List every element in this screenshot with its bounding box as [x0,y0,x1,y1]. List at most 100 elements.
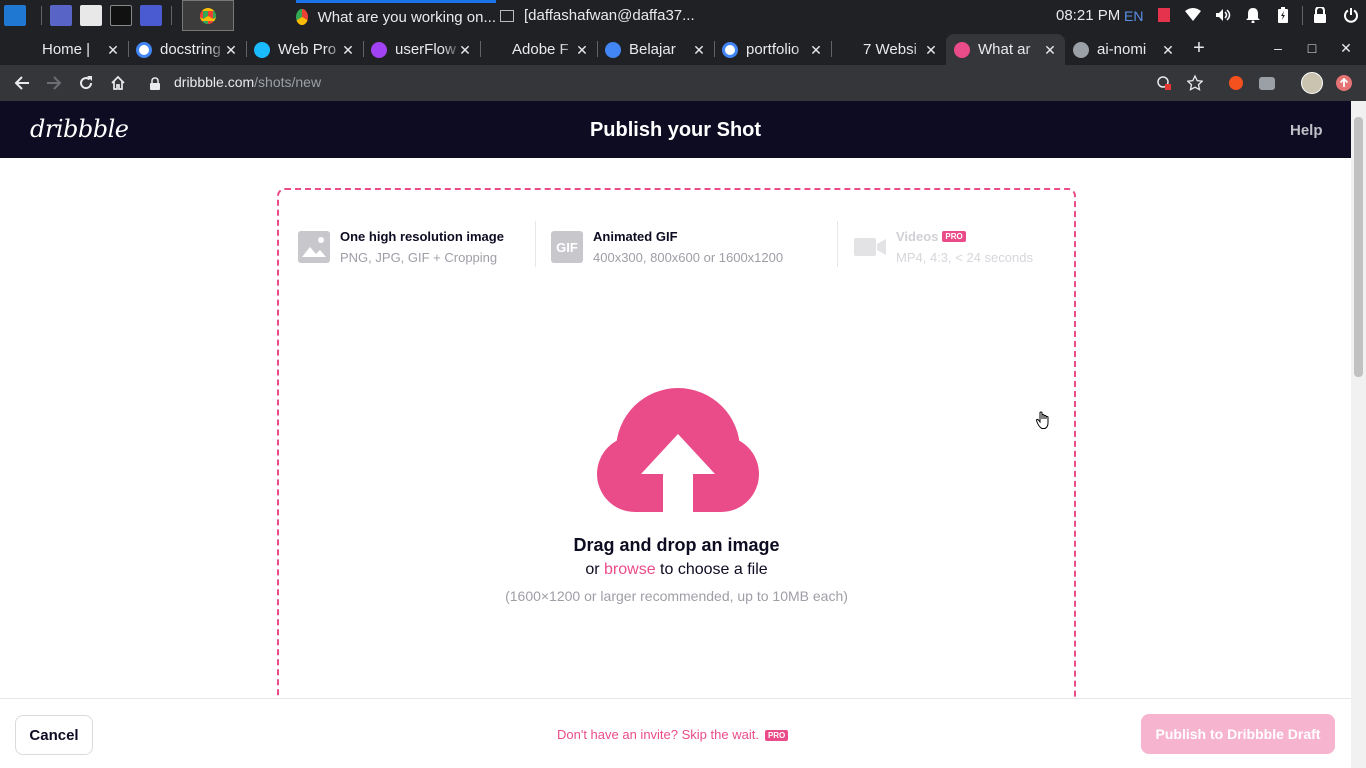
browse-link[interactable]: browse [604,561,656,578]
page-scrollbar[interactable] [1351,101,1366,768]
browser-tab[interactable]: Belajar ✕ [597,34,714,65]
google-icon [136,41,152,58]
notification-bell-icon[interactable] [1245,7,1261,23]
maximize-button[interactable]: □ [1304,40,1320,56]
tracking-blocked-icon[interactable] [1154,73,1174,93]
volume-icon[interactable] [1215,7,1231,23]
url-domain: dribbble.com [174,74,255,90]
tab-title: Belajar [629,41,676,58]
g-icon [18,41,34,58]
hand-cursor-icon [1036,411,1049,429]
page-title: Publish your Shot [589,119,762,141]
tab-close-icon[interactable]: ✕ [458,43,472,57]
cloud-upload-icon[interactable] [597,388,759,512]
back-button[interactable] [12,73,32,93]
browser-tab[interactable]: Web Pro ✕ [246,34,363,65]
tab-close-icon[interactable]: ✕ [1161,43,1175,57]
forward-button[interactable] [44,73,64,93]
desktop-icon[interactable] [50,5,72,26]
browser-tab[interactable]: 7 Websi ✕ [831,34,946,65]
browser-tab[interactable]: Adobe F ✕ [480,34,597,65]
option-subtitle: 400x300, 800x600 or 1600x1200 [593,250,784,265]
chrome-icon [200,7,216,24]
option-title: One high resolution image [340,229,504,244]
reload-button[interactable] [76,73,96,93]
publish-footer: Cancel Don't have an invite? Skip the wa… [0,698,1351,768]
option-divider [837,221,838,267]
globe-icon [1073,41,1089,58]
screen-recorder-icon[interactable] [140,5,162,26]
terminal-icon[interactable] [110,5,132,26]
wifi-icon[interactable] [1185,7,1201,23]
taskbar-separator [1302,6,1303,25]
m-icon [371,41,387,58]
tab-title: portfolio [746,41,800,58]
window-title: What are you working on... [317,8,496,26]
power-icon[interactable] [1343,7,1359,23]
taskbar-chrome-launcher[interactable] [182,0,234,31]
browser-toolbar: dribbble.com/shots/new [0,65,1366,101]
browser-tab[interactable]: Home | ✕ [10,34,128,65]
new-tab-button[interactable]: + [1191,38,1207,58]
belajar-icon [605,41,621,58]
tab-title: userFlow [395,41,456,58]
publish-draft-button[interactable]: Publish to Dribbble Draft [1141,714,1335,754]
google-icon [722,41,738,58]
site-info-lock-icon[interactable] [148,73,162,93]
window-title: [daffashafwan@daffa37... [524,7,695,24]
scrollbar-thumb[interactable] [1354,117,1363,377]
battery-icon[interactable] [1275,7,1291,23]
upload-dropzone[interactable]: One high resolution image PNG, JPG, GIF … [277,188,1076,728]
gif-icon: GIF [551,231,583,263]
option-divider [535,221,536,267]
browser-tab[interactable]: ai-nomi ✕ [1065,34,1183,65]
update-chrome-icon[interactable] [1334,73,1354,93]
invite-link[interactable]: Don't have an invite? Skip the wait. PRO [557,727,789,742]
file-manager-icon[interactable] [80,5,102,26]
extension-chat-icon[interactable] [1257,73,1277,93]
extension-fire-icon[interactable] [1226,73,1246,93]
help-link[interactable]: Help [1290,122,1323,139]
browser-tab[interactable]: What ar ✕ [946,34,1065,65]
image-icon [298,231,330,263]
lock-icon[interactable] [1312,7,1328,23]
close-window-button[interactable]: ✕ [1338,40,1354,56]
tab-close-icon[interactable]: ✕ [1043,43,1057,57]
option-title-text: Videos [896,229,939,244]
tab-title: 7 Websi [863,41,917,58]
drag-drop-title: Drag and drop an image [573,535,780,555]
minimize-button[interactable]: – [1270,40,1286,56]
cancel-button[interactable]: Cancel [15,715,93,755]
browser-tab[interactable]: userFlow ✕ [363,34,480,65]
terminal-small-icon [500,9,514,22]
keyboard-layout[interactable]: EN [1124,0,1143,31]
tab-close-icon[interactable]: ✕ [106,43,120,57]
pdf-tray-icon[interactable] [1156,7,1172,23]
tab-close-icon[interactable]: ✕ [809,43,823,57]
dribbble-icon [954,41,970,58]
browser-tab[interactable]: docstring ✕ [128,34,246,65]
pro-badge: PRO [764,730,789,741]
pf-icon [488,41,504,58]
option-subtitle: MP4, 4:3, < 24 seconds [896,250,1033,265]
chrome-icon [296,9,308,25]
browser-tab-strip: Home | ✕ docstring ✕ Web Pro ✕ userFlow ✕ Adobe… [0,31,1366,65]
profile-avatar[interactable] [1300,71,1324,95]
tab-close-icon[interactable]: ✕ [575,43,589,57]
tab-close-icon[interactable]: ✕ [224,43,238,57]
address-bar[interactable]: dribbble.com/shots/new [174,74,321,90]
tab-close-icon[interactable]: ✕ [924,43,938,57]
option-title: Animated GIF [593,229,678,244]
tab-close-icon[interactable]: ✕ [692,43,706,57]
taskbar-window-terminal[interactable]: [daffashafwan@daffa37... [500,0,700,31]
taskbar-window-chrome[interactable]: What are you working on... [296,0,496,31]
app-menu-icon[interactable] [4,5,26,26]
tab-title: ai-nomi [1097,41,1147,58]
home-button[interactable] [108,73,128,93]
bookmark-star-icon[interactable] [1185,73,1205,93]
clock[interactable]: 08:21 PM [1056,0,1120,31]
tab-close-icon[interactable]: ✕ [341,43,355,57]
dribbble-header: dribbble Publish your Shot Help [0,101,1351,158]
browser-tab[interactable]: portfolio ✕ [714,34,831,65]
option-subtitle: PNG, JPG, GIF + Cropping [340,250,498,265]
